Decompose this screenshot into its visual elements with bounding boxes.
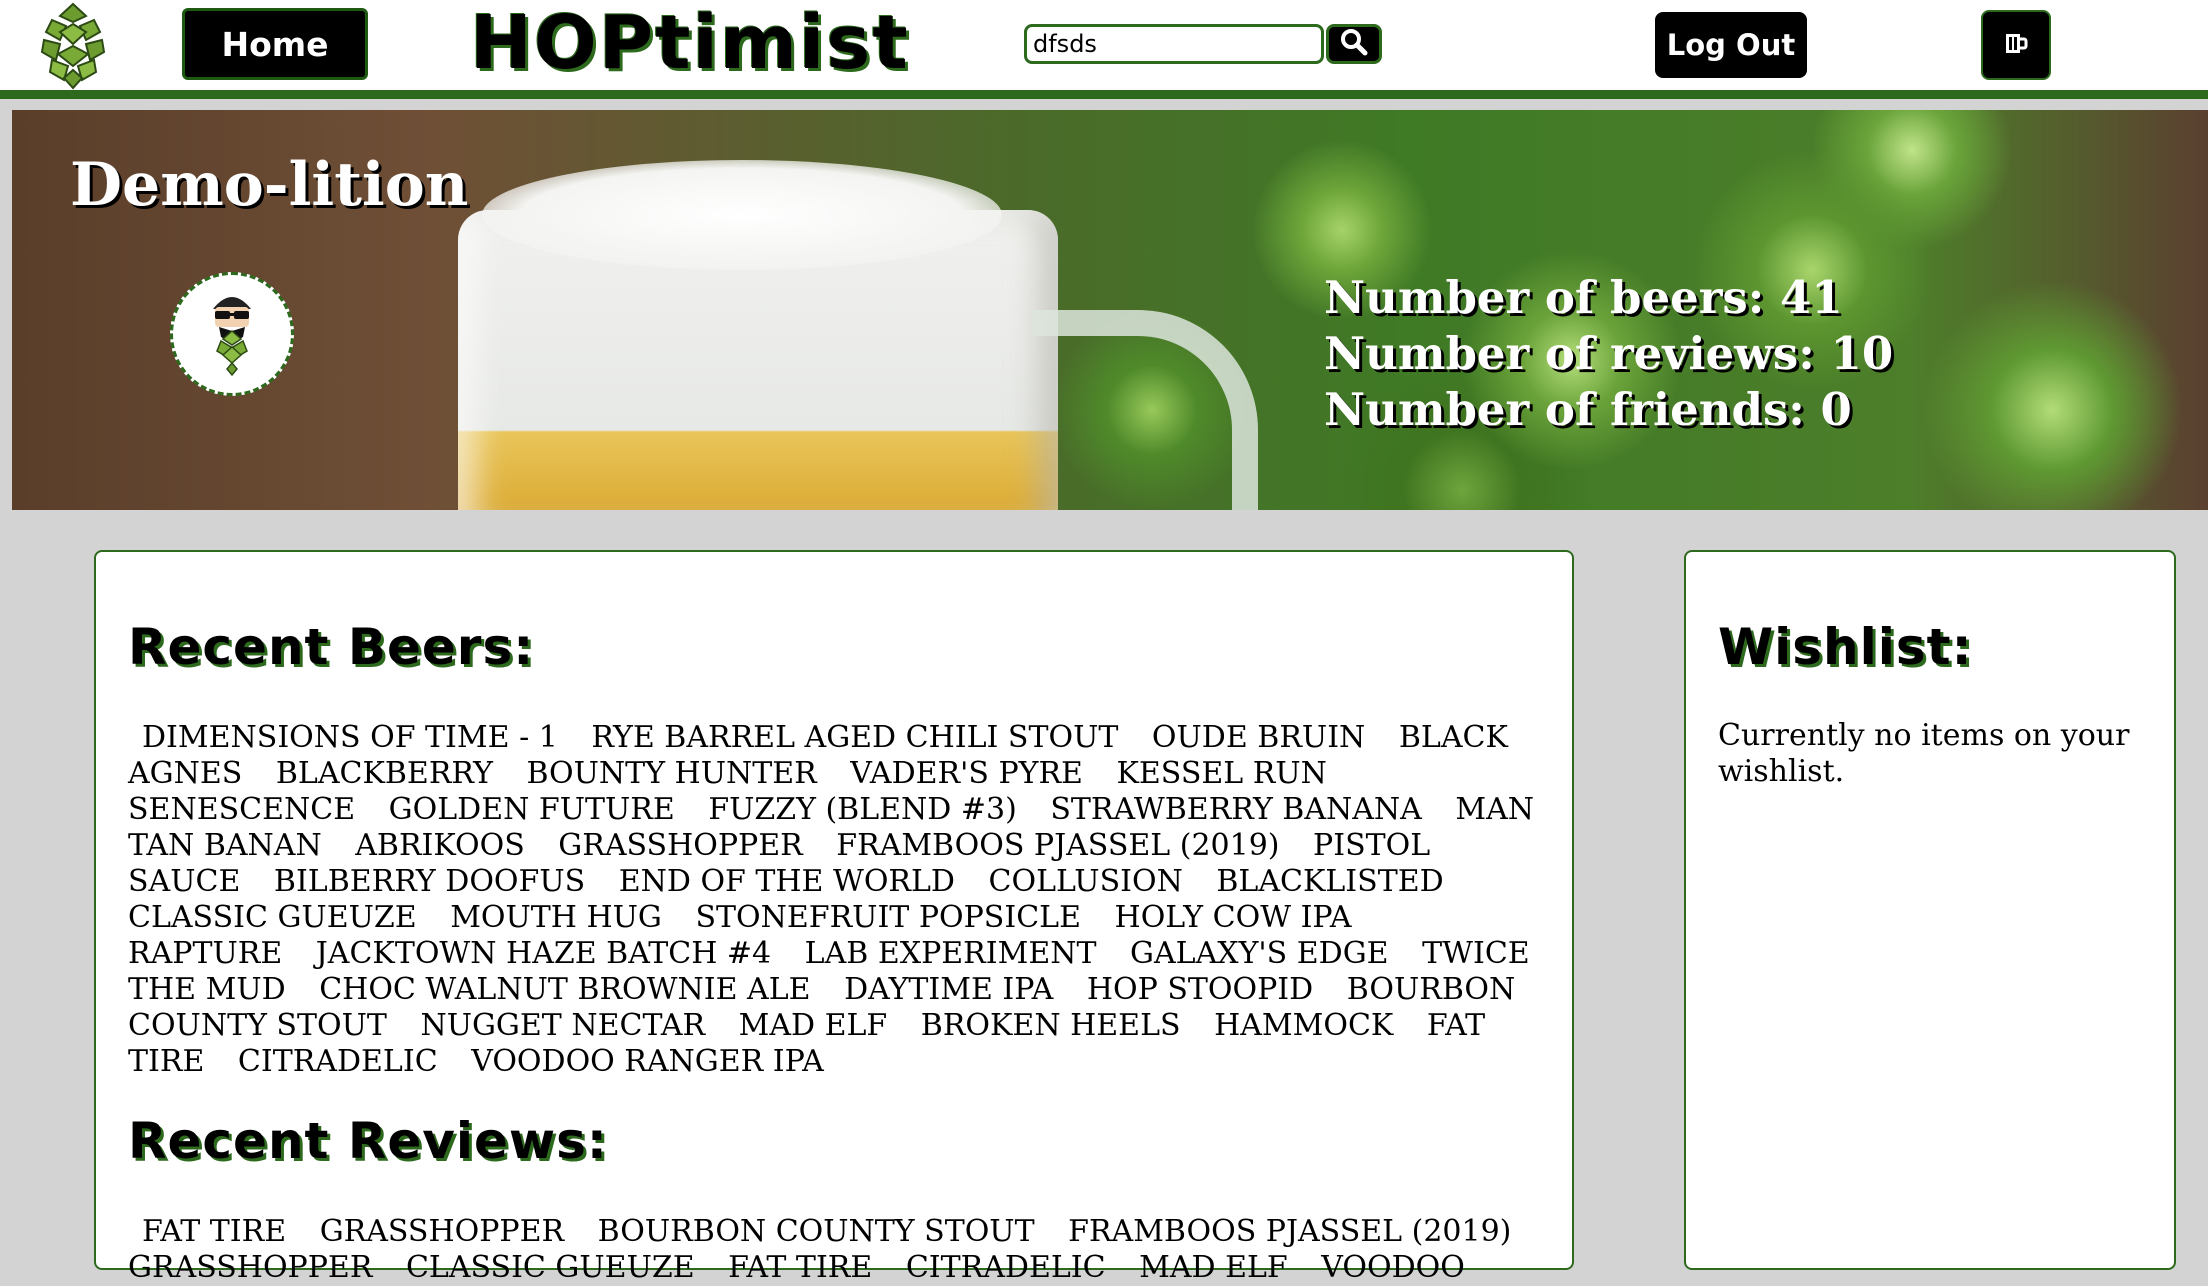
beer-link[interactable]: Abrikoos xyxy=(355,828,525,863)
beer-link[interactable]: Choc Walnut Brownie Ale xyxy=(319,972,810,1007)
profile-stats: Number of beers: 41 Number of reviews: 1… xyxy=(1324,270,1893,438)
beer-link[interactable]: Classic Gueuze xyxy=(406,1250,695,1285)
activity-card: Recent Beers: Dimensions of Time - 1 Rye… xyxy=(94,550,1574,1285)
beer-link[interactable]: Rye Barrel Aged Chili Stout xyxy=(591,720,1118,755)
beer-link[interactable]: Classic Gueuze xyxy=(128,900,417,935)
top-navbar: Home HOPtimist Log Out xyxy=(0,0,2208,99)
stat-beers: Number of beers: 41 xyxy=(1324,271,1843,324)
beer-link[interactable]: Citradelic xyxy=(238,1044,438,1079)
beer-link[interactable]: Voodoo xyxy=(1321,1250,1465,1285)
stat-friends: Number of friends: 0 xyxy=(1324,383,1852,436)
beer-link[interactable]: Collusion xyxy=(989,864,1183,899)
beer-link[interactable]: Strawberry Banana xyxy=(1050,792,1422,827)
mug-handle-photo xyxy=(1032,310,1258,510)
beer-link[interactable]: Voodoo Ranger IPA xyxy=(471,1044,824,1079)
profile-name: Demo-lition xyxy=(70,150,469,220)
beer-link[interactable]: Oude Bruin xyxy=(1152,720,1365,755)
logout-button[interactable]: Log Out xyxy=(1655,12,1807,78)
beer-link[interactable]: End of the World xyxy=(619,864,955,899)
beer-link[interactable]: Hop Stoopid xyxy=(1087,972,1313,1007)
beer-link[interactable]: Citradelic xyxy=(906,1250,1106,1285)
beer-link[interactable]: Golden Future xyxy=(389,792,675,827)
beer-link[interactable]: Fat Tire xyxy=(728,1250,872,1285)
beer-link[interactable]: Blacklisted xyxy=(1216,864,1443,899)
beer-link[interactable]: Blackberry xyxy=(276,756,493,791)
beer-link[interactable]: Nugget Nectar xyxy=(420,1008,705,1043)
beer-link[interactable]: Framboos Pjassel (2019) xyxy=(1068,1214,1511,1249)
beer-link[interactable]: Dimensions of Time - 1 xyxy=(142,720,558,755)
beer-link[interactable]: Daytime IPA xyxy=(844,972,1053,1007)
beer-link[interactable]: Lab Experiment xyxy=(805,936,1097,971)
beer-link[interactable]: Senescence xyxy=(128,792,355,827)
stat-reviews: Number of reviews: 10 xyxy=(1324,327,1894,380)
beer-link[interactable]: Bourbon County Stout xyxy=(598,1214,1035,1249)
beer-link[interactable]: Fuzzy (Blend #3) xyxy=(708,792,1016,827)
beer-link[interactable]: Grasshopper xyxy=(558,828,802,863)
wishlist-heading: Wishlist: xyxy=(1718,618,1973,676)
beer-link[interactable]: Jacktown Haze Batch #4 xyxy=(316,936,771,971)
beer-link[interactable]: Mad Elf xyxy=(1139,1250,1288,1285)
wishlist-empty-message: Currently no items on your wishlist. xyxy=(1718,718,2130,789)
wishlist-card: Wishlist: Currently no items on your wis… xyxy=(1684,550,2176,1270)
profile-banner: Demo-lition Number of beers: 41 Number o… xyxy=(12,110,2208,510)
recent-reviews-list: Fat Tire Grasshopper Bourbon County Stou… xyxy=(128,1214,1548,1286)
brand-title[interactable]: HOPtimist xyxy=(470,0,910,86)
home-button[interactable]: Home xyxy=(182,8,368,80)
beer-foam-photo xyxy=(482,160,1002,270)
beer-link[interactable]: Hammock xyxy=(1214,1008,1393,1043)
beer-mug-button[interactable] xyxy=(1981,10,2051,80)
search-button[interactable] xyxy=(1326,24,1382,64)
beer-link[interactable]: Bounty Hunter xyxy=(526,756,816,791)
hop-hipster-avatar-icon xyxy=(197,287,267,381)
beer-link[interactable]: Mad Elf xyxy=(739,1008,888,1043)
recent-beers-list: Dimensions of Time - 1 Rye Barrel Aged C… xyxy=(128,720,1548,1080)
beer-link[interactable]: Broken Heels xyxy=(921,1008,1181,1043)
search-icon xyxy=(1340,28,1368,60)
beer-link[interactable]: Stonefruit Popsicle xyxy=(695,900,1081,935)
beer-mug-icon xyxy=(2003,30,2029,60)
beer-link[interactable]: Grasshopper xyxy=(128,1250,372,1285)
hop-cone-icon[interactable] xyxy=(32,0,114,90)
beer-link[interactable]: Vader's Pyre xyxy=(850,756,1083,791)
beer-link[interactable]: Grasshopper xyxy=(320,1214,564,1249)
avatar[interactable] xyxy=(170,272,294,396)
beer-link[interactable]: Mouth Hug xyxy=(450,900,662,935)
beer-link[interactable]: Kessel Run xyxy=(1116,756,1326,791)
search-input[interactable] xyxy=(1024,24,1324,64)
beer-link[interactable]: Fat Tire xyxy=(142,1214,286,1249)
beer-link[interactable]: Holy Cow IPA xyxy=(1115,900,1352,935)
beer-link[interactable]: Framboos Pjassel (2019) xyxy=(836,828,1279,863)
beer-link[interactable]: Galaxy's Edge xyxy=(1130,936,1389,971)
beer-link[interactable]: Rapture xyxy=(128,936,282,971)
beer-link[interactable]: Bilberry Doofus xyxy=(274,864,585,899)
recent-beers-heading: Recent Beers: xyxy=(128,618,535,676)
recent-reviews-heading: Recent Reviews: xyxy=(128,1112,608,1170)
